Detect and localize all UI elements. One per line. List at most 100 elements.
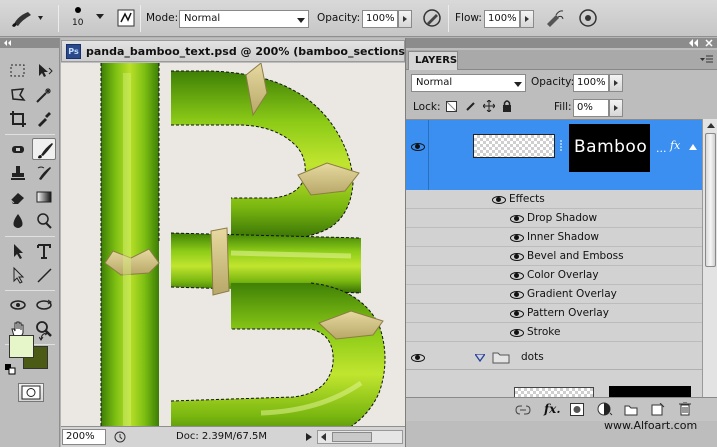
- horizontal-scrollbar[interactable]: [317, 430, 403, 444]
- effect-row[interactable]: Bevel and Emboss: [406, 247, 702, 266]
- pen-tool[interactable]: [6, 240, 30, 262]
- gradient-tool[interactable]: [32, 186, 56, 208]
- layer-mask-thumbnail[interactable]: Bamboo: [569, 124, 650, 172]
- effect-row[interactable]: Color Overlay: [406, 266, 702, 285]
- add-mask-icon[interactable]: [570, 403, 584, 416]
- scroll-up-icon[interactable]: [704, 121, 717, 131]
- layer-transparency-thumbnail[interactable]: [473, 134, 555, 158]
- collapse-effects-arrow-icon[interactable]: [689, 144, 697, 150]
- lock-all-icon[interactable]: [502, 100, 512, 112]
- layer-row-partial[interactable]: [406, 371, 702, 398]
- eyedropper-tool[interactable]: [32, 108, 56, 130]
- default-colors-icon[interactable]: [5, 364, 17, 376]
- effect-name: Color Overlay: [527, 269, 599, 281]
- effect-visibility-eye-icon[interactable]: [510, 214, 524, 223]
- layer-group-row-dots[interactable]: dots: [406, 344, 702, 370]
- panel-menu-icon[interactable]: [700, 55, 714, 65]
- layers-vertical-scrollbar[interactable]: [702, 119, 717, 398]
- effect-row[interactable]: Pattern Overlay: [406, 304, 702, 323]
- effect-visibility-eye-icon[interactable]: [510, 271, 524, 280]
- lasso-tool[interactable]: [6, 84, 30, 106]
- scroll-thumb[interactable]: [332, 432, 372, 442]
- lock-image-pixels-icon[interactable]: [465, 101, 476, 112]
- trash-icon[interactable]: [679, 402, 691, 416]
- flow-slider-button[interactable]: [520, 10, 534, 28]
- effect-visibility-eye-icon[interactable]: [510, 290, 524, 299]
- layer-opacity-slider-button[interactable]: [609, 74, 623, 92]
- opacity-slider-button[interactable]: [398, 10, 412, 28]
- tools-panel-header[interactable]: [0, 38, 59, 48]
- healing-brush-tool[interactable]: [6, 138, 30, 160]
- zoom-level-value: 200%: [66, 431, 95, 442]
- lock-transparent-pixels-icon[interactable]: [446, 101, 457, 112]
- lock-position-icon[interactable]: [483, 100, 495, 112]
- new-group-folder-icon[interactable]: [624, 404, 638, 416]
- direct-selection-tool[interactable]: [6, 264, 30, 286]
- quick-mask-button[interactable]: [18, 383, 44, 402]
- document-tab[interactable]: Ps panda_bamboo_text.psd @ 200% (bamboo_…: [61, 40, 456, 62]
- effect-row[interactable]: Inner Shadow: [406, 228, 702, 247]
- 3d-orbit-tool[interactable]: [32, 294, 56, 316]
- line-tool[interactable]: [32, 264, 56, 286]
- magic-wand-tool[interactable]: [32, 84, 56, 106]
- effect-name: Drop Shadow: [527, 212, 598, 224]
- visibility-eye-icon[interactable]: [411, 353, 425, 362]
- fill-label: Fill:: [554, 101, 572, 113]
- mode-select[interactable]: Normal: [179, 10, 309, 28]
- expand-group-triangle-icon[interactable]: [475, 354, 485, 362]
- 3d-rotate-tool[interactable]: [6, 294, 30, 316]
- status-options-icon[interactable]: [113, 430, 127, 444]
- adjustment-layer-icon[interactable]: [597, 402, 613, 416]
- close-icon[interactable]: [705, 39, 713, 47]
- brush-size-picker[interactable]: 10: [68, 4, 108, 34]
- effect-row[interactable]: Gradient Overlay: [406, 285, 702, 304]
- brush-tool-preset-picker[interactable]: [8, 6, 48, 30]
- blend-mode-select[interactable]: Normal: [411, 74, 526, 92]
- marquee-tool[interactable]: [6, 60, 30, 82]
- visibility-eye-icon[interactable]: [411, 142, 425, 151]
- effect-row[interactable]: Stroke: [406, 323, 702, 342]
- scroll-thumb[interactable]: [705, 133, 716, 267]
- status-bar: 200% Doc: 2.39M/67.5M: [61, 426, 405, 447]
- effect-visibility-eye-icon[interactable]: [510, 309, 524, 318]
- history-brush-tool[interactable]: [32, 162, 56, 184]
- fill-slider-button[interactable]: [609, 99, 623, 117]
- clone-stamp-tool[interactable]: [6, 162, 30, 184]
- panel-dock-header[interactable]: [406, 38, 717, 48]
- layer-row-bamboo[interactable]: Bamboo ... fx: [406, 120, 702, 190]
- layer-opacity-input[interactable]: 100%: [573, 74, 609, 92]
- flow-input[interactable]: 100%: [484, 10, 520, 28]
- airbrush-button[interactable]: [542, 6, 566, 30]
- bamboo-letter-b-artwork: [100, 63, 386, 447]
- effects-visibility-eye-icon[interactable]: [492, 195, 506, 204]
- move-tool[interactable]: [32, 60, 56, 82]
- crop-tool[interactable]: [6, 108, 30, 130]
- pressure-opacity-button[interactable]: [420, 6, 444, 30]
- foreground-color-swatch[interactable]: [9, 335, 34, 358]
- layers-list: Bamboo ... fx Effects Drop Shadow Inner …: [406, 119, 702, 398]
- new-layer-icon[interactable]: [651, 403, 665, 416]
- effect-visibility-eye-icon[interactable]: [510, 328, 524, 337]
- add-layer-style-fx-icon[interactable]: fx.: [544, 402, 561, 416]
- canvas[interactable]: [61, 63, 405, 447]
- pressure-size-button[interactable]: [576, 6, 600, 30]
- type-tool[interactable]: [32, 240, 56, 262]
- effect-visibility-eye-icon[interactable]: [510, 252, 524, 261]
- toggle-brush-panel-button[interactable]: [114, 6, 138, 30]
- brush-tool[interactable]: [32, 138, 56, 160]
- eraser-tool[interactable]: [6, 186, 30, 208]
- effect-row[interactable]: Drop Shadow: [406, 209, 702, 228]
- blur-tool[interactable]: [6, 210, 30, 232]
- dodge-tool[interactable]: [32, 210, 56, 232]
- zoom-level-input[interactable]: 200%: [62, 429, 106, 445]
- status-menu-arrow-icon[interactable]: [304, 432, 314, 442]
- opacity-input[interactable]: 100%: [362, 10, 398, 28]
- fill-input[interactable]: 0%: [573, 99, 609, 117]
- layer-effects-fx-icon[interactable]: fx: [670, 139, 680, 152]
- effect-name: Inner Shadow: [527, 231, 599, 243]
- effects-header-row[interactable]: Effects: [406, 190, 702, 209]
- tab-layers[interactable]: LAYERS: [408, 51, 458, 70]
- link-layers-icon[interactable]: [514, 404, 532, 416]
- effect-visibility-eye-icon[interactable]: [510, 233, 524, 242]
- swap-colors-icon[interactable]: [39, 331, 51, 343]
